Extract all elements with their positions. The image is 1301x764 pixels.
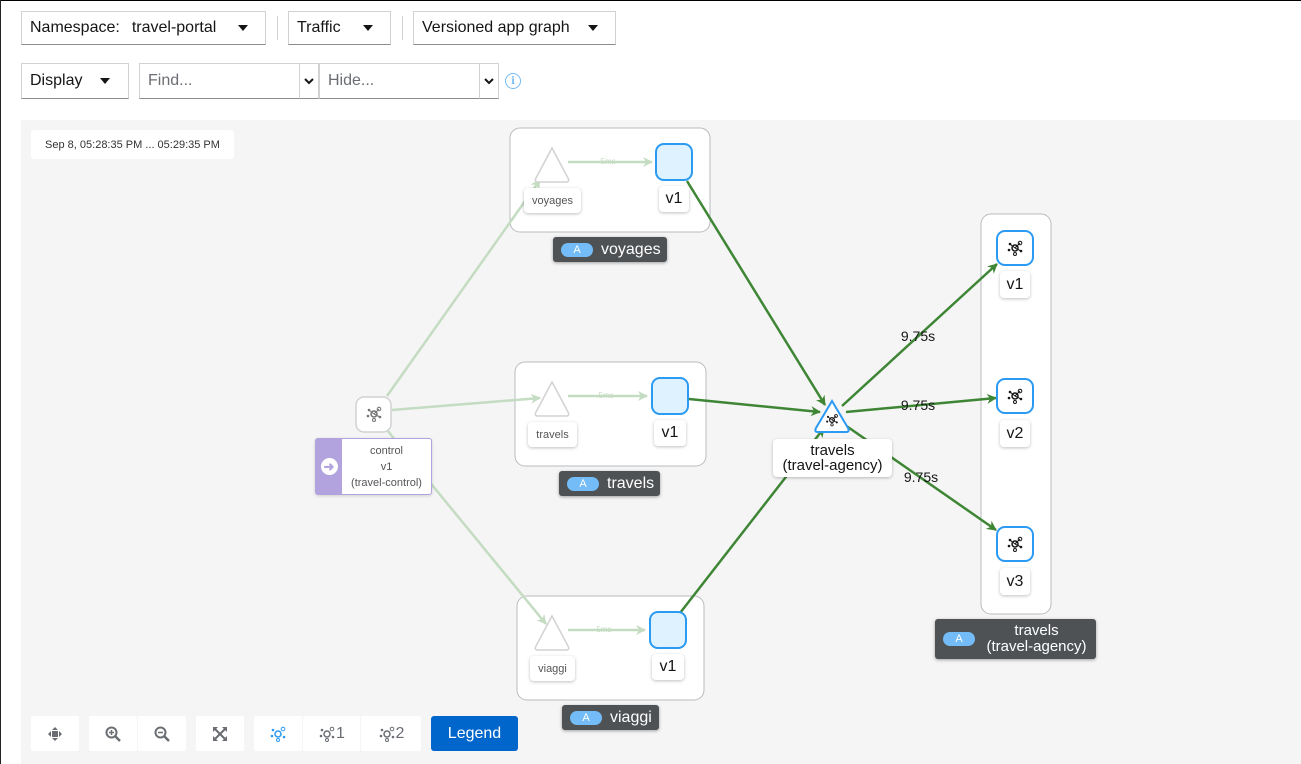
edge-label-response-time: 9.75s <box>901 397 935 413</box>
edge-control-voyages[interactable] <box>385 179 542 397</box>
workload-node-voyages-v1[interactable] <box>655 143 693 181</box>
app-badge: A <box>943 632 975 646</box>
zoom-in-icon <box>105 726 121 742</box>
zoom-out-icon <box>154 726 170 742</box>
graph-svg: 5ms 5ms 5ms 9.75s 9.75s 9.75s <box>355 127 1052 701</box>
edge-travels-v1-travels[interactable] <box>688 397 821 417</box>
zoom-out-button[interactable] <box>138 716 186 751</box>
layout-1-button[interactable]: 1 <box>303 716 360 751</box>
app-name: travels (travel-agency) <box>983 623 1096 655</box>
workload-label-viaggi-v1: v1 <box>652 654 684 680</box>
service-label-travels: travels <box>528 422 577 447</box>
app-label-travels-agency: A travels (travel-agency) <box>935 619 1096 659</box>
workload-label-travels-v1: v1 <box>654 420 686 446</box>
control-node[interactable] <box>355 396 392 433</box>
control-version: v1 <box>380 461 393 473</box>
edge-label-response-time: 9.75s <box>904 469 938 485</box>
edge-label: 5ms <box>596 625 611 634</box>
legend-button[interactable]: Legend <box>431 716 518 751</box>
workload-label-v2: v2 <box>1000 420 1030 447</box>
workload-node-viaggi-v1[interactable] <box>649 611 687 649</box>
service-label-travels-agency: travels (travel-agency) <box>773 439 892 477</box>
fit-to-screen-button[interactable] <box>196 716 244 751</box>
layout-2-button[interactable]: 2 <box>361 716 421 751</box>
app-name: travels <box>607 474 655 492</box>
service-name: travels <box>810 442 855 459</box>
app-badge: A <box>561 242 593 257</box>
control-namespace: (travel-control) <box>351 477 422 489</box>
service-namespace: (travel-agency) <box>782 457 883 474</box>
pan-button[interactable] <box>31 716 79 751</box>
control-text: control v1 (travel-control) <box>342 439 431 494</box>
service-label-viaggi: viaggi <box>530 656 575 681</box>
control-badge: ➜ <box>316 439 342 494</box>
layout-1-label: 1 <box>336 724 345 742</box>
topology-icon <box>319 726 335 742</box>
topology-icon <box>379 726 394 742</box>
app-label-travels: A travels <box>559 471 660 496</box>
workload-node-travels-v1[interactable] <box>651 377 689 415</box>
app-badge: A <box>570 710 602 725</box>
control-node-label[interactable]: ➜ control v1 (travel-control) <box>315 438 432 495</box>
workload-label-v1: v1 <box>1000 271 1030 298</box>
service-label-voyages: voyages <box>524 188 581 213</box>
app-name-text: travels <box>1014 622 1059 639</box>
edge-label: 5ms <box>598 391 613 400</box>
workload-label-voyages-v1: v1 <box>659 186 689 212</box>
layout-default-button[interactable] <box>254 716 302 751</box>
workload-label-v3: v3 <box>1000 568 1030 595</box>
edge-voyages-v1-travels[interactable] <box>685 180 827 406</box>
app-name: voyages <box>601 240 661 258</box>
app-label-viaggi: A viaggi <box>562 705 659 730</box>
app-namespace-text: (travel-agency) <box>986 638 1087 655</box>
app-label-voyages: A voyages <box>553 237 667 262</box>
topology-icon <box>270 726 286 742</box>
edge-label: 5ms <box>600 157 615 166</box>
app-name: viaggi <box>610 708 652 726</box>
edge-label-response-time: 9.75s <box>901 328 935 344</box>
app-badge: A <box>567 476 599 491</box>
layout-2-label: 2 <box>395 724 405 742</box>
arrow-right-circle-icon: ➜ <box>320 458 338 475</box>
pan-icon <box>48 726 62 741</box>
control-name: control <box>369 445 404 457</box>
expand-icon <box>213 726 227 741</box>
zoom-in-button[interactable] <box>89 716 137 751</box>
